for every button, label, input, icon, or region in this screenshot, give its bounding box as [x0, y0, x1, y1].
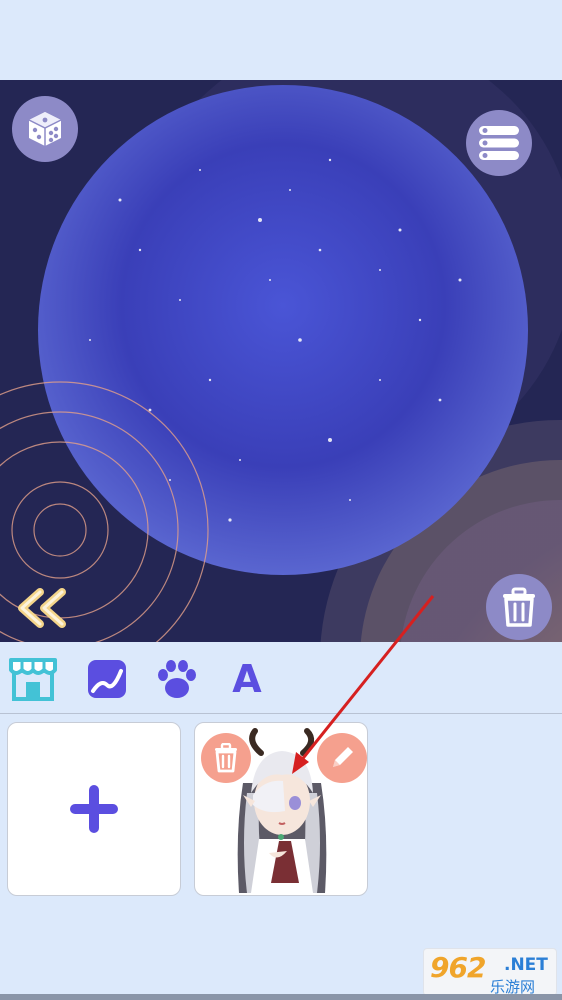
tab-text[interactable]: A [222, 654, 272, 704]
pencil-icon [333, 747, 353, 767]
tab-pet[interactable] [152, 654, 202, 704]
trash-icon [215, 743, 237, 773]
top-strip [0, 0, 562, 80]
random-dice-button[interactable] [12, 96, 78, 162]
clear-trash-button[interactable] [486, 574, 552, 640]
tab-background[interactable] [82, 654, 132, 704]
category-tabbar: A [0, 642, 562, 714]
add-item-button[interactable] [7, 722, 181, 896]
site-watermark: 962 .NET 乐游网 [423, 948, 557, 996]
double-chevron-left-icon [18, 588, 66, 628]
image-icon [88, 660, 126, 698]
preview-stage [0, 80, 562, 642]
paw-icon [158, 660, 196, 698]
watermark-net: .NET [504, 955, 548, 975]
trash-icon [503, 587, 535, 627]
watermark-number: 962 [430, 951, 486, 984]
edit-item-button[interactable] [317, 733, 367, 783]
collapse-panel-button[interactable] [14, 584, 74, 632]
layers-list-button[interactable] [466, 110, 532, 176]
planet [38, 85, 528, 575]
tab-shop[interactable] [8, 654, 58, 704]
delete-item-button[interactable] [201, 733, 251, 783]
list-icon [479, 126, 519, 160]
text-icon: A [232, 657, 262, 701]
bottom-edge [0, 994, 562, 1000]
shop-icon [9, 658, 57, 701]
dice-icon [28, 112, 62, 146]
plus-icon [70, 785, 118, 833]
saved-character-card[interactable] [194, 722, 368, 896]
